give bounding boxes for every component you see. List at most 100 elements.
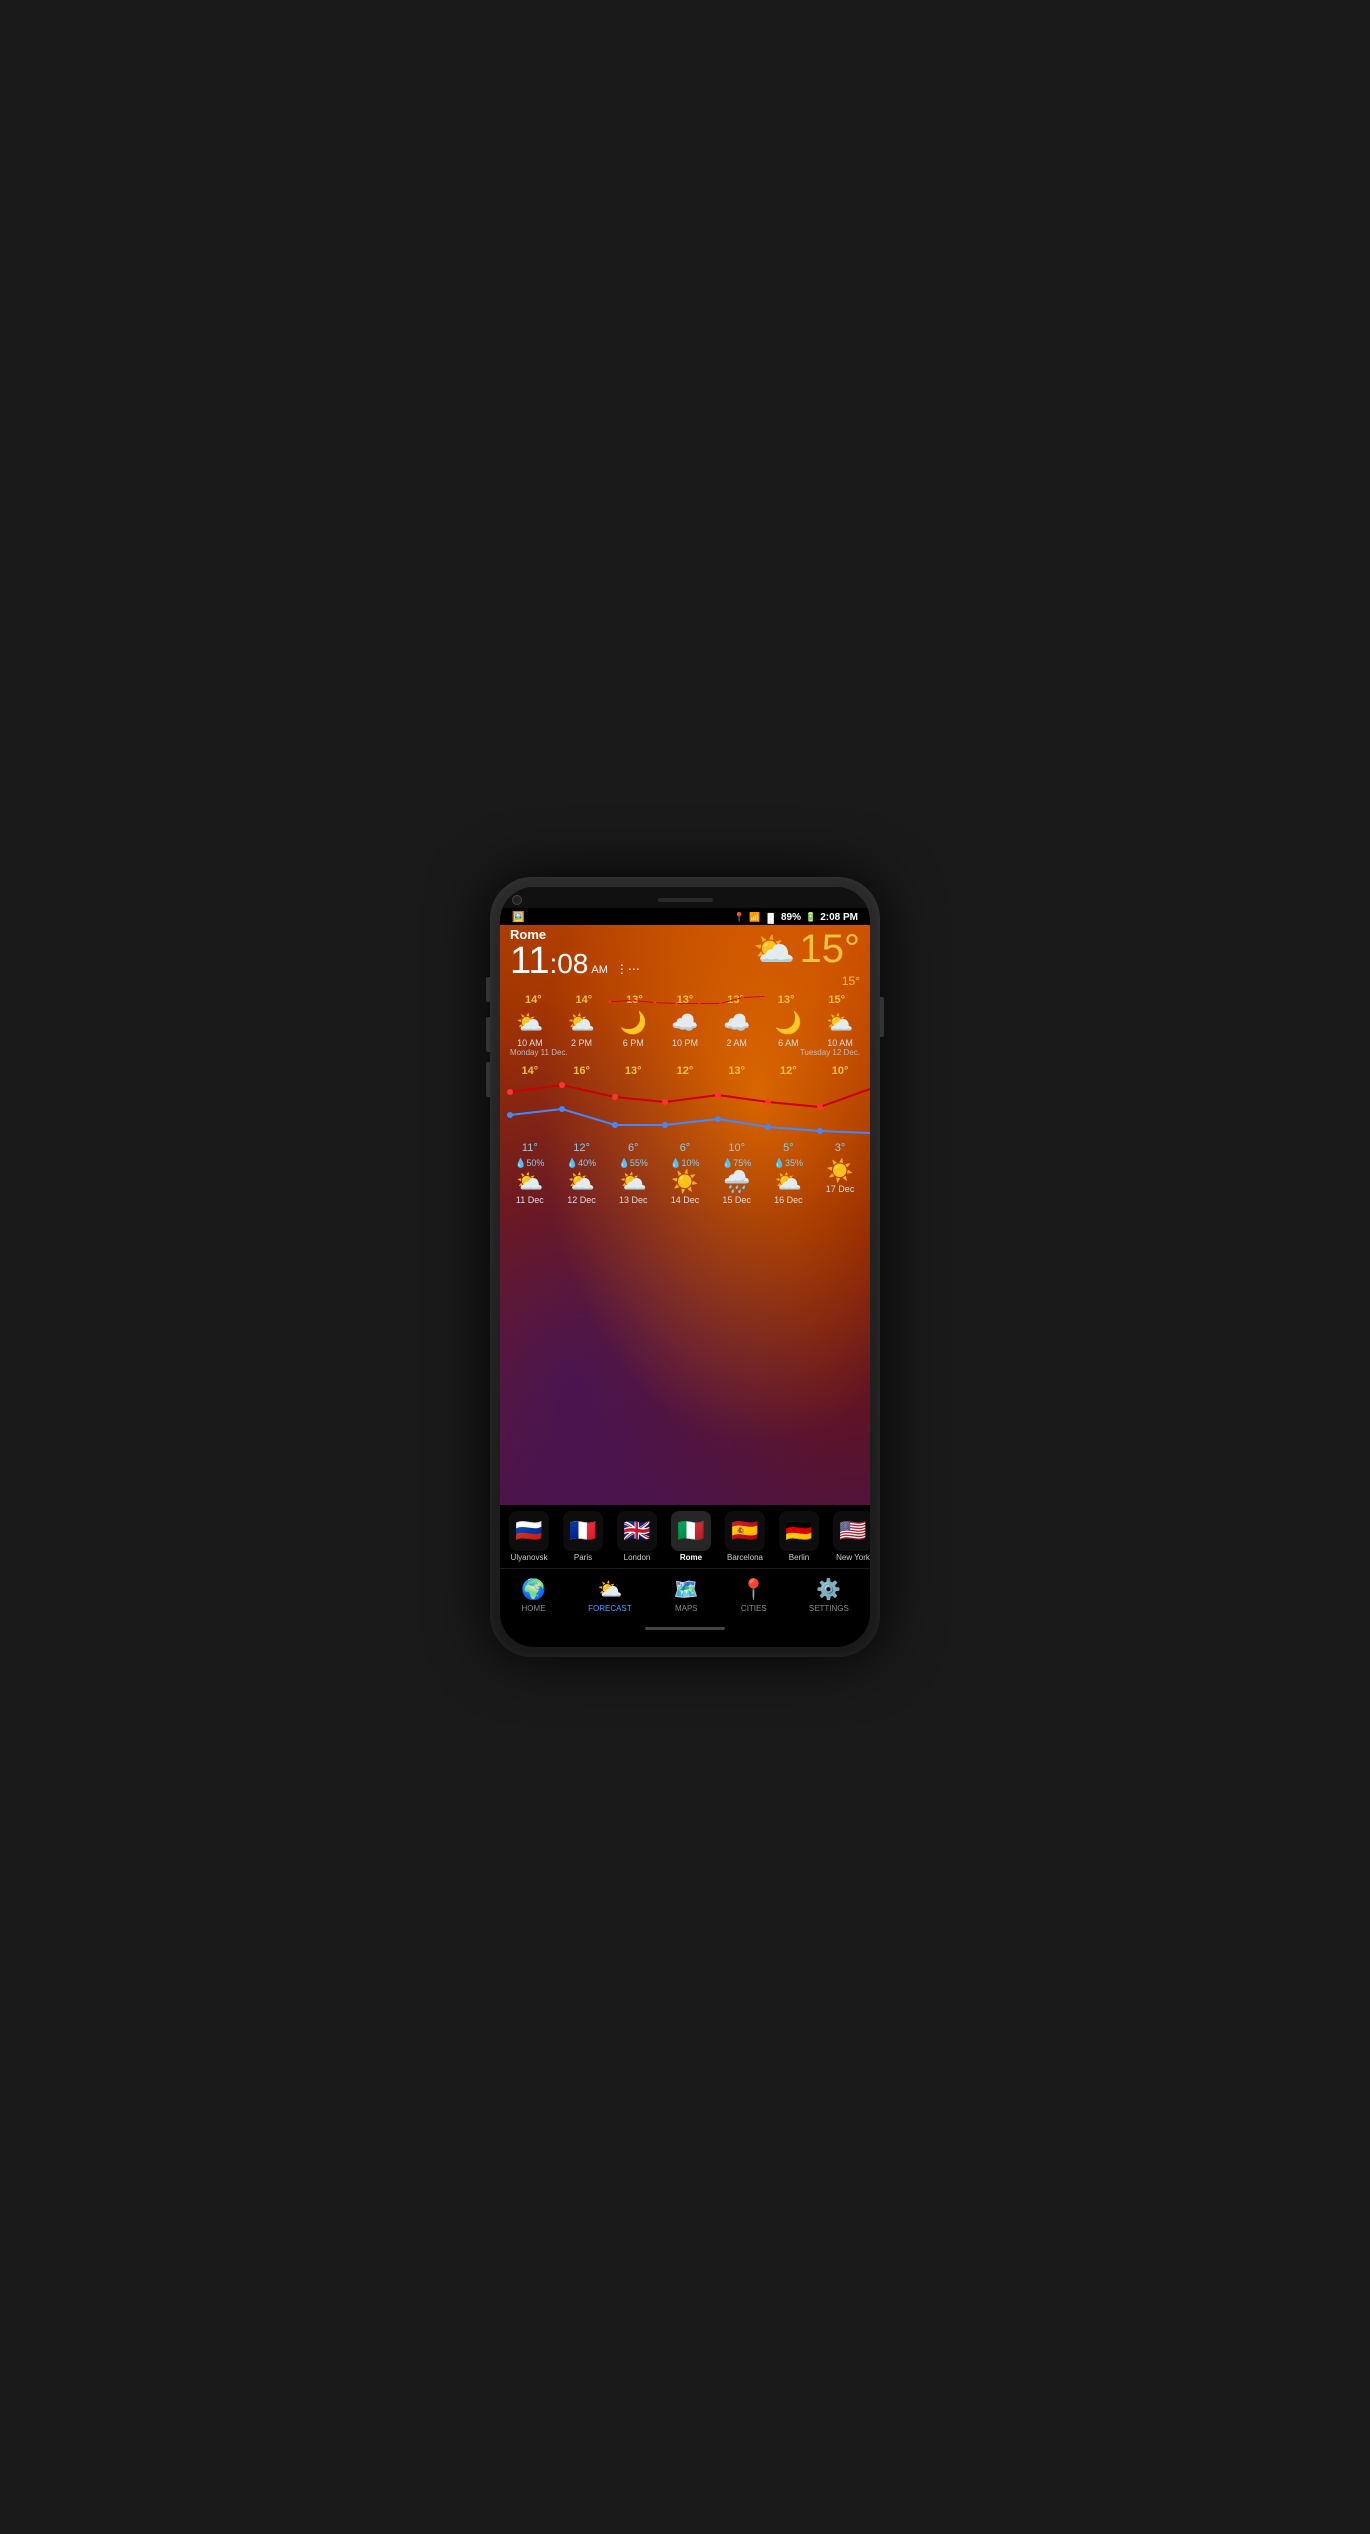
city-flag-item-4[interactable]: 🇪🇸 Barcelona xyxy=(720,1511,770,1562)
daily-low-temp-1: 12° xyxy=(559,1142,605,1154)
day-label-3: 14 Dec xyxy=(671,1195,700,1205)
hourly-time-0: 10 AM xyxy=(517,1038,543,1048)
day-icon-0: ⛅ xyxy=(516,1169,543,1195)
flag-city-name-4: Barcelona xyxy=(727,1553,763,1562)
city-flag-item-2[interactable]: 🇬🇧London xyxy=(612,1511,662,1562)
hourly-weather-icon-1: ⛅ xyxy=(568,1010,595,1036)
time-hours: 11 xyxy=(510,942,549,980)
day-item-3: 💧10%☀️14 Dec xyxy=(660,1158,710,1205)
hourly-weather-icon-2: 🌙 xyxy=(620,1010,647,1036)
day-item-2: 💧55%⛅13 Dec xyxy=(608,1158,658,1205)
flag-0: 🇷🇺 xyxy=(509,1511,549,1551)
wallpaper-icon: 🖼️ xyxy=(512,912,524,923)
flag-city-name-6: New York xyxy=(836,1553,870,1562)
nav-item-maps[interactable]: 🗺️MAPS xyxy=(664,1575,709,1615)
nav-item-settings[interactable]: ⚙️ SETTINGS xyxy=(799,1575,859,1615)
day-label-4: 15 Dec xyxy=(722,1195,751,1205)
camera-icon xyxy=(512,895,522,905)
nav-label-home: HOME xyxy=(522,1604,546,1613)
hourly-weather-icon-5: 🌙 xyxy=(775,1010,802,1036)
day-label-2: 13 Dec xyxy=(619,1195,648,1205)
temp-chart-svg xyxy=(500,994,870,1006)
daily-low-temp-3: 6° xyxy=(662,1142,708,1154)
seven-day-row: 💧50%⛅11 Dec💧40%⛅12 Dec💧55%⛅13 Dec💧10%☀️1… xyxy=(500,1158,870,1205)
day-item-0: 💧50%⛅11 Dec xyxy=(505,1158,555,1205)
time-ampm: AM xyxy=(591,964,608,976)
day-item-4: 💧75%🌧️15 Dec xyxy=(712,1158,762,1205)
day-label-0: 11 Dec xyxy=(516,1195,544,1205)
nav-icon-maps: 🗺️ xyxy=(674,1577,699,1602)
hourly-weather-icon-6: ⛅ xyxy=(826,1010,853,1036)
weather-top-section: Rome 11 : 08 AM ⋮⋯ ⛅ 15° 15° xyxy=(500,925,870,992)
signal-icon: ▐▌ xyxy=(764,913,777,923)
share-icon[interactable]: ⋮⋯ xyxy=(616,962,640,976)
cities-flags-section[interactable]: 🇷🇺 Ulyanovsk 🇫🇷Paris🇬🇧London🇮🇹Rome🇪🇸 Barcel… xyxy=(500,1505,870,1568)
nav-label-settings: SETTINGS xyxy=(809,1604,849,1613)
hourly-item-2: 🌙 6 PM xyxy=(608,1010,658,1048)
flag-city-name-5: Berlin xyxy=(789,1553,809,1562)
day-icon-6: ☀️ xyxy=(826,1158,853,1184)
battery-icon: 🔋 xyxy=(805,912,816,923)
feels-like-temp: 15° xyxy=(842,972,860,990)
day-icon-1: ⛅ xyxy=(568,1169,595,1195)
volume-down-button[interactable] xyxy=(486,1062,490,1097)
daily-low-row: 11°12°6°6°10°5°3° xyxy=(500,1142,870,1154)
flag-6: 🇺🇸 xyxy=(833,1511,870,1551)
weather-main: Rome 11 : 08 AM ⋮⋯ ⛅ 15° 15° xyxy=(500,925,870,1505)
flag-4: 🇪🇸 xyxy=(725,1511,765,1551)
day-item-6: ☀️17 Dec xyxy=(815,1158,865,1205)
hourly-item-6: ⛅ 10 AM xyxy=(815,1010,865,1048)
nav-icon-cities: 📍 xyxy=(741,1577,766,1602)
status-right: 📍 📶 ▐▌ 89% 🔋 2:08 PM xyxy=(734,912,858,923)
flag-city-name-2: London xyxy=(624,1553,651,1562)
city-flag-item-1[interactable]: 🇫🇷Paris xyxy=(558,1511,608,1562)
nav-item-forecast[interactable]: ⛅FORECAST xyxy=(578,1575,642,1615)
flag-city-name-0: Ulyanovsk xyxy=(511,1553,548,1562)
day-label-5: 16 Dec xyxy=(774,1195,803,1205)
nav-item-home[interactable]: 🌍HOME xyxy=(511,1575,556,1615)
power-button[interactable] xyxy=(880,997,884,1037)
city-flag-item-5[interactable]: 🇩🇪Berlin xyxy=(774,1511,824,1562)
home-indicator xyxy=(645,1627,725,1630)
daily-high-temp-3: 12° xyxy=(662,1065,708,1077)
day-precip-1: 💧40% xyxy=(567,1158,596,1169)
daily-low-temp-6: 3° xyxy=(817,1142,863,1154)
date-right: Tuesday 12 Dec. xyxy=(800,1048,860,1057)
nav-label-cities: CITIES xyxy=(741,1604,767,1613)
feels-like-value: 15° xyxy=(842,974,860,988)
city-flag-item-0[interactable]: 🇷🇺 Ulyanovsk xyxy=(504,1511,554,1562)
home-indicator-bar xyxy=(500,1623,870,1634)
hourly-item-3: ☁️10 PM xyxy=(660,1010,710,1048)
hourly-time-4: 2 AM xyxy=(726,1038,747,1048)
daily-high-temp-5: 12° xyxy=(765,1065,811,1077)
status-time: 2:08 PM xyxy=(820,912,858,923)
hourly-temps-section: 14°14°13°13°13°13°15° xyxy=(500,994,870,1006)
phone-outer: 🖼️ 📍 📶 ▐▌ 89% 🔋 2:08 PM Rome 11 : xyxy=(490,877,880,1657)
hourly-time-1: 2 PM xyxy=(571,1038,592,1048)
flag-3: 🇮🇹 xyxy=(671,1511,711,1551)
status-bar: 🖼️ 📍 📶 ▐▌ 89% 🔋 2:08 PM xyxy=(500,908,870,925)
daily-low-temp-0: 11° xyxy=(507,1142,553,1154)
hourly-weather-icon-4: ☁️ xyxy=(723,1010,750,1036)
battery-percent: 89% xyxy=(781,912,801,923)
nav-item-cities[interactable]: 📍 CITIES xyxy=(731,1575,777,1615)
city-flag-item-3[interactable]: 🇮🇹Rome xyxy=(666,1511,716,1562)
time-display: 11 : 08 AM ⋮⋯ xyxy=(510,942,640,980)
hourly-time-6: 10 AM xyxy=(827,1038,853,1048)
day-icon-2: ⛅ xyxy=(620,1169,647,1195)
volume-up-button[interactable] xyxy=(486,1017,490,1052)
mute-button[interactable] xyxy=(486,977,490,1002)
hourly-item-1: ⛅ 2 PM xyxy=(557,1010,607,1048)
hourly-time-2: 6 PM xyxy=(623,1038,644,1048)
daily-low-temp-4: 10° xyxy=(714,1142,760,1154)
nav-icon-settings: ⚙️ xyxy=(816,1577,841,1602)
day-precip-0: 💧50% xyxy=(515,1158,544,1169)
city-flag-item-6[interactable]: 🇺🇸 New York xyxy=(828,1511,870,1562)
day-precip-2: 💧55% xyxy=(619,1158,648,1169)
nav-label-forecast: FORECAST xyxy=(588,1604,632,1613)
day-item-1: 💧40%⛅12 Dec xyxy=(557,1158,607,1205)
hourly-icons-row: ⛅10 AM⛅2 PM🌙6 PM☁️10 PM☁️2 AM🌙6 AM⛅10 AM xyxy=(500,1010,870,1048)
daily-high-row: 14°16°13°12°13°12°10° xyxy=(500,1065,870,1077)
daily-forecast-section: 14°16°13°12°13°12°10° xyxy=(500,1065,870,1154)
day-item-5: 💧35%⛅16 Dec xyxy=(763,1158,813,1205)
